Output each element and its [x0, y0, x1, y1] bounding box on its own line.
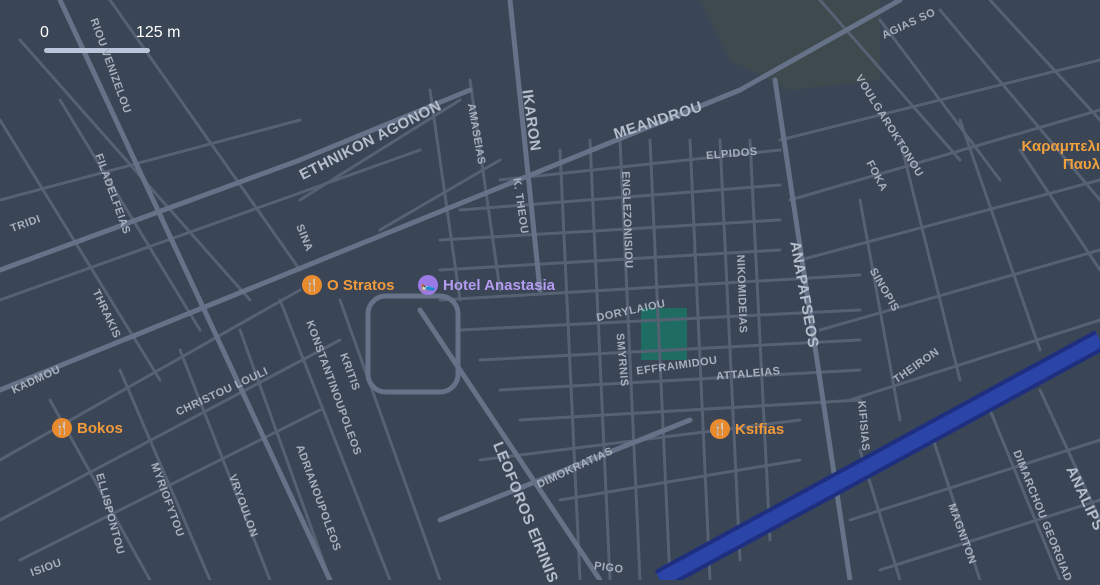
- poi-o-stratos[interactable]: 🍴 O Stratos: [302, 275, 395, 295]
- edge-place-label[interactable]: Καραμπελι Παυλ: [1021, 138, 1100, 174]
- poi-ksifias[interactable]: 🍴 Ksifias: [710, 419, 784, 439]
- poi-label: O Stratos: [327, 276, 395, 294]
- edge-place-line2: Παυλ: [1062, 156, 1100, 173]
- hotel-icon: 🛌: [418, 275, 438, 295]
- poi-label: Ksifias: [735, 420, 785, 438]
- scale-zero: 0: [40, 24, 49, 41]
- scale-distance: 125 m: [136, 24, 181, 41]
- poi-label: Hotel Anastasia: [443, 276, 555, 294]
- restaurant-icon: 🍴: [52, 418, 72, 438]
- edge-place-line1: Καραμπελι: [1021, 138, 1100, 155]
- restaurant-icon: 🍴: [710, 419, 730, 439]
- poi-label: Bokos: [77, 419, 123, 437]
- poi-bokos[interactable]: 🍴 Bokos: [52, 418, 123, 438]
- restaurant-icon: 🍴: [302, 275, 322, 295]
- poi-hotel-anastasia[interactable]: 🛌 Hotel Anastasia: [418, 275, 555, 295]
